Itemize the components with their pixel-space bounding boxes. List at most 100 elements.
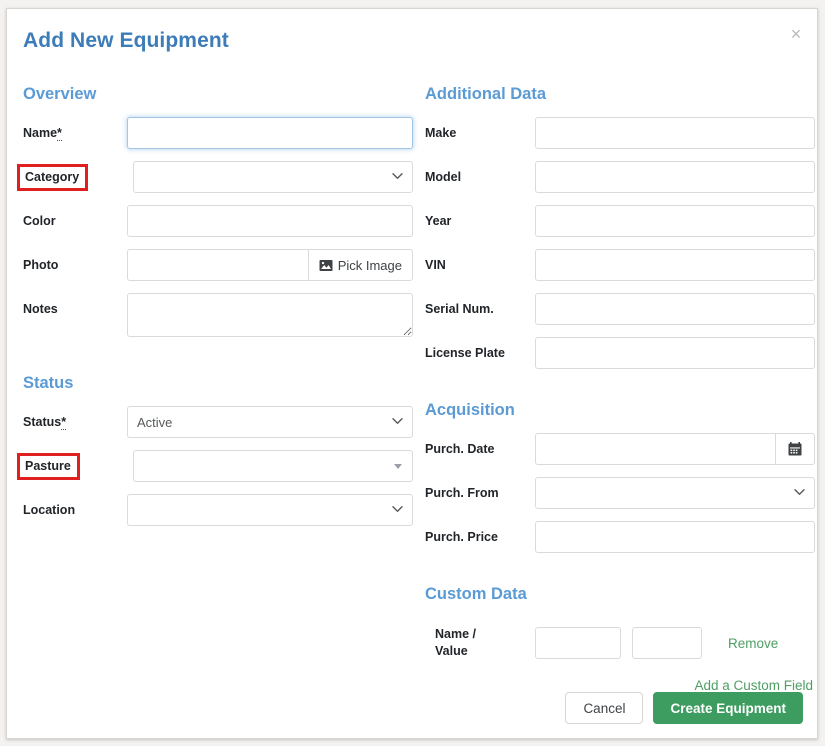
app-window: Add New Equipment × Overview Name* Categ… <box>0 0 825 746</box>
control-serial-num <box>535 293 815 325</box>
label-year: Year <box>425 214 452 228</box>
label-name: Name* <box>23 117 127 141</box>
form-row-name: Name* <box>23 117 413 151</box>
custom-field-value-input[interactable] <box>632 627 702 659</box>
custom-data-row: Name / Value Remove <box>425 626 815 660</box>
model-input[interactable] <box>535 161 815 193</box>
pick-image-label: Pick Image <box>337 257 402 273</box>
purch-price-input[interactable] <box>535 521 815 553</box>
pick-image-button[interactable]: Pick Image <box>307 249 413 281</box>
close-icon[interactable]: × <box>785 23 807 45</box>
label-license-plate: License Plate <box>425 346 505 360</box>
form-row-purch-date: Purch. Date <box>425 433 815 467</box>
section-heading-acquisition: Acquisition <box>425 401 515 419</box>
form-row-notes: Notes <box>23 293 413 342</box>
label-model: Model <box>425 170 462 184</box>
purch-date-input[interactable] <box>535 433 775 465</box>
image-icon <box>319 259 333 272</box>
label-custom-line-1: Name / <box>435 627 476 641</box>
status-select[interactable]: Active <box>127 406 413 438</box>
label-custom-name-value: Name / Value <box>435 626 535 660</box>
label-make: Make <box>425 126 457 140</box>
form-row-photo: Photo Pick Image <box>23 249 413 283</box>
form-row-location: Location <box>23 494 413 528</box>
section-heading-custom-data: Custom Data <box>425 585 527 603</box>
control-license-plate <box>535 337 815 369</box>
purch-from-select[interactable] <box>535 477 815 509</box>
label-location: Location <box>23 503 76 517</box>
label-vin: VIN <box>425 258 446 272</box>
required-asterisk: * <box>61 415 67 430</box>
calendar-picker-button[interactable] <box>775 433 815 465</box>
form-row-pasture: Pasture <box>17 450 413 484</box>
left-column: Overview Name* Category Color Photo Pick… <box>17 85 413 538</box>
control-photo: Pick Image <box>127 249 413 281</box>
cancel-button[interactable]: Cancel <box>565 692 644 724</box>
add-custom-field-link[interactable]: Add a Custom Field <box>694 678 813 693</box>
category-select[interactable] <box>133 161 413 193</box>
form-row-color: Color <box>23 205 413 239</box>
label-photo: Photo <box>23 258 59 272</box>
section-heading-overview: Overview <box>23 85 97 103</box>
remove-custom-field-link[interactable]: Remove <box>728 636 778 651</box>
control-status: Active <box>127 406 413 438</box>
label-pasture-highlighted: Pasture <box>17 453 80 480</box>
section-heading-status: Status <box>23 374 74 392</box>
label-purch-date: Purch. Date <box>425 442 495 456</box>
name-input[interactable] <box>127 117 413 149</box>
form-row-vin: VIN <box>425 249 815 283</box>
control-color <box>127 205 413 237</box>
photo-input-group: Pick Image <box>127 249 413 281</box>
required-asterisk: * <box>57 126 62 141</box>
control-make <box>535 117 815 149</box>
label-name-text: Name <box>23 126 58 140</box>
control-year <box>535 205 815 237</box>
chevron-down-icon <box>392 418 403 425</box>
control-vin <box>535 249 815 281</box>
make-input[interactable] <box>535 117 815 149</box>
form-row-model: Model <box>425 161 815 195</box>
notes-textarea[interactable] <box>127 293 413 337</box>
add-equipment-dialog: Add New Equipment × Overview Name* Categ… <box>6 8 818 739</box>
label-custom-line-2: Value <box>435 644 468 658</box>
color-input[interactable] <box>127 205 413 237</box>
control-name <box>127 117 413 149</box>
purch-date-input-group <box>535 433 815 465</box>
form-row-year: Year <box>425 205 815 239</box>
control-purch-price <box>535 521 815 553</box>
label-purch-price: Purch. Price <box>425 530 498 544</box>
calendar-icon <box>788 442 802 456</box>
control-category <box>133 161 413 193</box>
section-heading-additional-data: Additional Data <box>425 85 547 103</box>
photo-input[interactable] <box>127 249 308 281</box>
form-row-serial-num: Serial Num. <box>425 293 815 327</box>
label-serial-num: Serial Num. <box>425 302 494 316</box>
control-purch-from <box>535 477 815 509</box>
chevron-down-icon <box>794 489 805 496</box>
form-row-purch-price: Purch. Price <box>425 521 815 555</box>
pasture-select[interactable] <box>133 450 413 482</box>
form-row-purch-from: Purch. From <box>425 477 815 511</box>
caret-down-icon <box>394 464 402 469</box>
location-select[interactable] <box>127 494 413 526</box>
create-equipment-button[interactable]: Create Equipment <box>653 692 803 724</box>
license-plate-input[interactable] <box>535 337 815 369</box>
label-status: Status* <box>23 406 127 430</box>
form-row-status: Status* Active <box>23 406 413 440</box>
serial-num-input[interactable] <box>535 293 815 325</box>
dialog-footer: Cancel Create Equipment <box>565 692 803 724</box>
status-select-value: Active <box>137 415 173 430</box>
vin-input[interactable] <box>535 249 815 281</box>
year-input[interactable] <box>535 205 815 237</box>
control-pasture <box>133 450 413 482</box>
chevron-down-icon <box>392 506 403 513</box>
chevron-down-icon <box>392 173 403 180</box>
custom-field-name-input[interactable] <box>535 627 621 659</box>
form-row-make: Make <box>425 117 815 151</box>
right-column: Additional Data Make Model Year VIN Seri… <box>425 85 815 695</box>
label-notes: Notes <box>23 302 58 316</box>
dialog-title: Add New Equipment <box>23 29 229 52</box>
label-category-highlighted: Category <box>17 164 89 191</box>
form-row-license-plate: License Plate <box>425 337 815 371</box>
label-color: Color <box>23 214 56 228</box>
